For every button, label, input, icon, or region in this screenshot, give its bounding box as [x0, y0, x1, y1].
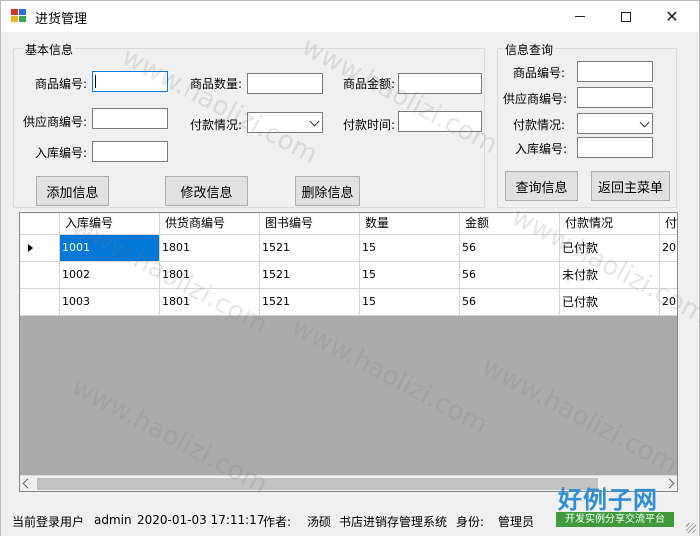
table-cell[interactable]: 1801 — [160, 262, 260, 289]
minimize-icon — [575, 16, 585, 17]
column-header[interactable]: 入库编号 — [60, 213, 160, 235]
minimize-button[interactable] — [557, 1, 603, 32]
chevron-down-icon — [309, 116, 320, 127]
row-header[interactable] — [20, 235, 60, 262]
table-cell[interactable]: 1521 — [260, 289, 360, 316]
product-amount-label: 商品金额: — [343, 77, 396, 91]
payment-time-label: 付款时间: — [343, 118, 396, 132]
stock-in-id-input[interactable] — [92, 141, 168, 162]
product-id-input[interactable] — [92, 71, 168, 92]
column-header[interactable]: 金额 — [460, 213, 560, 235]
close-icon: ✕ — [665, 7, 679, 26]
table-cell[interactable]: 56 — [460, 262, 560, 289]
table-cell[interactable]: 1001 — [60, 235, 160, 262]
text-caret — [95, 75, 96, 88]
window-title: 进货管理 — [35, 12, 88, 27]
row-header[interactable] — [20, 289, 60, 316]
author-label: 作者: — [263, 515, 292, 529]
query-product-id-label: 商品编号: — [513, 66, 566, 80]
grid-header-row: 入库编号 供货商编号 图书编号 数量 金额 付款情况 付 — [20, 213, 677, 235]
query-product-id-input[interactable] — [577, 61, 653, 82]
payment-time-input[interactable] — [398, 111, 482, 132]
table-cell[interactable]: 未付款 — [560, 262, 660, 289]
delete-info-button[interactable]: 删除信息 — [295, 176, 360, 206]
current-datetime: 2020-01-03 17:11:17 — [137, 513, 265, 527]
scrollbar-thumb[interactable] — [37, 478, 598, 490]
brand-watermark-logo: 好例子网 开发实例分享交流平台 — [556, 480, 676, 530]
column-header[interactable]: 数量 — [360, 213, 460, 235]
current-user-label: 当前登录用户 — [12, 515, 85, 529]
table-cell[interactable]: 1801 — [160, 235, 260, 262]
column-header[interactable]: 付 — [660, 213, 677, 235]
current-row-icon — [28, 244, 33, 252]
product-amount-input[interactable] — [398, 73, 482, 94]
supplier-id-label: 供应商编号: — [23, 115, 88, 129]
stock-in-id-label: 入库编号: — [35, 146, 88, 160]
scroll-left-icon[interactable] — [22, 478, 33, 489]
purchase-management-window: 进货管理 ✕ 基本信息 商品编号: 商品数量: 商品金额: 供应商编号: 付款情… — [0, 0, 700, 536]
query-supplier-id-label: 供应商编号: — [503, 92, 568, 106]
query-payment-status-label: 付款情况: — [513, 118, 566, 132]
app-icon — [11, 9, 27, 23]
product-qty-input[interactable] — [247, 73, 323, 94]
brand-title: 好例子网 — [558, 486, 658, 514]
maximize-icon — [621, 11, 631, 22]
table-cell[interactable]: 15 — [360, 262, 460, 289]
brand-subtitle: 开发实例分享交流平台 — [556, 512, 674, 527]
payment-status-label: 付款情况: — [190, 118, 243, 132]
back-to-main-menu-button[interactable]: 返回主菜单 — [591, 171, 670, 201]
product-qty-label: 商品数量: — [190, 77, 243, 91]
column-header[interactable]: 付款情况 — [560, 213, 660, 235]
row-header[interactable] — [20, 262, 60, 289]
table-row[interactable]: 1002 1801 1521 15 56 未付款 — [20, 262, 677, 289]
table-cell[interactable]: 20 — [660, 235, 677, 262]
maximize-button[interactable] — [603, 1, 649, 32]
table-row[interactable]: 1003 1801 1521 15 56 已付款 20 — [20, 289, 677, 316]
table-cell[interactable]: 已付款 — [560, 235, 660, 262]
basic-info-group-title: 基本信息 — [23, 41, 76, 58]
table-cell[interactable]: 1003 — [60, 289, 160, 316]
query-stock-in-id-input[interactable] — [577, 137, 653, 158]
table-cell[interactable]: 1521 — [260, 262, 360, 289]
table-cell[interactable]: 56 — [460, 235, 560, 262]
table-cell[interactable]: 已付款 — [560, 289, 660, 316]
purchase-data-grid[interactable]: 入库编号 供货商编号 图书编号 数量 金额 付款情况 付 1001 1801 1… — [19, 212, 678, 492]
role-value: 管理员 — [498, 515, 535, 529]
table-cell[interactable]: 1521 — [260, 235, 360, 262]
column-header[interactable]: 图书编号 — [260, 213, 360, 235]
product-id-label: 商品编号: — [35, 77, 88, 91]
table-cell[interactable]: 15 — [360, 235, 460, 262]
current-user-value: admin — [94, 513, 132, 527]
table-cell[interactable]: 15 — [360, 289, 460, 316]
supplier-id-input[interactable] — [92, 108, 168, 129]
query-payment-status-combo[interactable] — [577, 113, 653, 134]
query-group-title: 信息查询 — [503, 41, 556, 58]
role-label: 身份: — [456, 515, 485, 529]
payment-status-combo[interactable] — [247, 112, 323, 133]
column-header[interactable]: 供货商编号 — [160, 213, 260, 235]
query-info-button[interactable]: 查询信息 — [505, 171, 578, 201]
resize-grip-icon[interactable] — [686, 523, 696, 533]
table-cell[interactable] — [660, 262, 677, 289]
table-row[interactable]: 1001 1801 1521 15 56 已付款 20 — [20, 235, 677, 262]
add-info-button[interactable]: 添加信息 — [36, 176, 109, 206]
system-name: 书店进销存管理系统 — [339, 515, 448, 529]
close-button[interactable]: ✕ — [649, 1, 695, 32]
table-cell[interactable]: 56 — [460, 289, 560, 316]
edit-info-button[interactable]: 修改信息 — [165, 176, 248, 206]
grid-corner-header — [20, 213, 60, 235]
query-stock-in-id-label: 入库编号: — [515, 142, 568, 156]
author-value: 汤硕 — [307, 515, 332, 529]
table-cell[interactable]: 1801 — [160, 289, 260, 316]
chevron-down-icon — [639, 117, 650, 128]
table-cell[interactable]: 1002 — [60, 262, 160, 289]
query-supplier-id-input[interactable] — [577, 87, 653, 108]
table-cell[interactable]: 20 — [660, 289, 677, 316]
title-bar: 进货管理 ✕ — [1, 1, 699, 32]
